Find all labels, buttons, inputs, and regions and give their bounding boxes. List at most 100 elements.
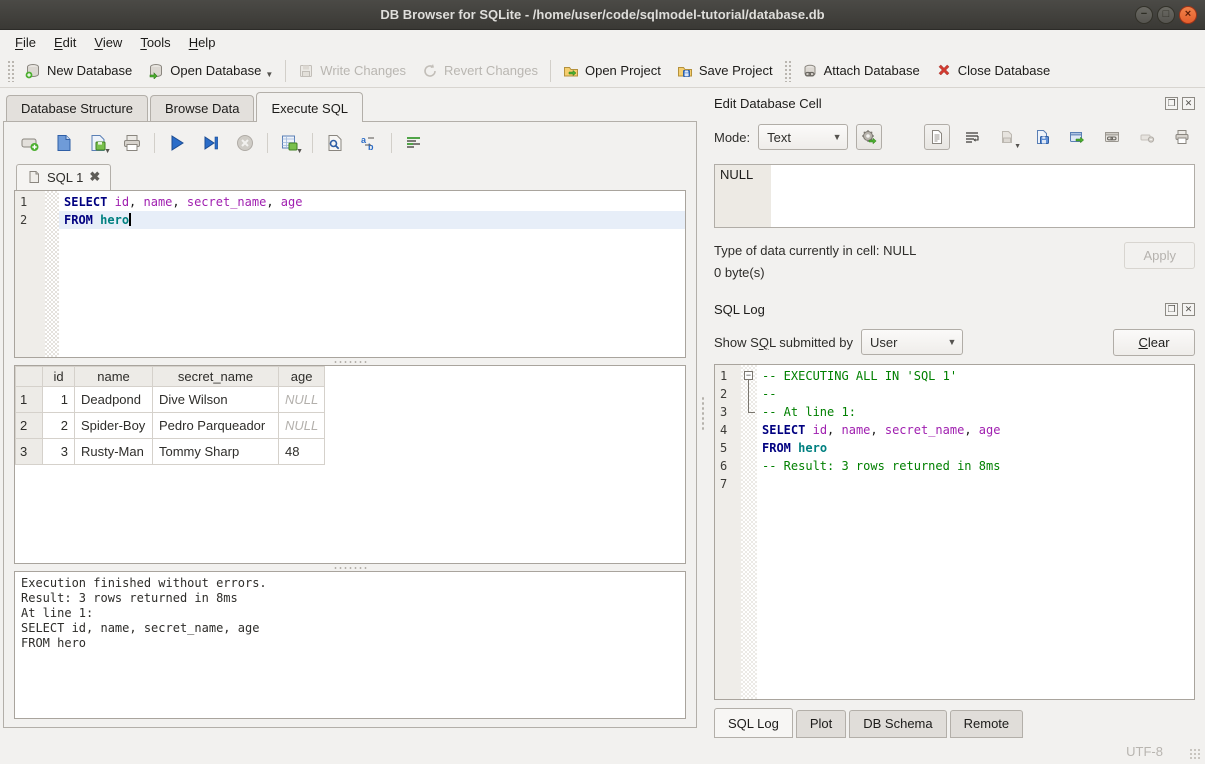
- column-header-name[interactable]: name: [75, 367, 153, 387]
- menu-edit[interactable]: Edit: [45, 32, 85, 53]
- close-dock-button[interactable]: ✕: [1182, 97, 1195, 110]
- cell-secret_name[interactable]: Dive Wilson: [153, 387, 279, 413]
- column-header-age[interactable]: age: [279, 367, 325, 387]
- new-sql-tab-button[interactable]: [18, 131, 42, 155]
- cell-name[interactable]: Rusty-Man: [75, 439, 153, 465]
- menu-tools[interactable]: Tools: [131, 32, 179, 53]
- cell-editor-icons: ▼: [924, 124, 1195, 150]
- import-data-button[interactable]: ▼: [994, 124, 1020, 150]
- close-dock-button[interactable]: ✕: [1182, 303, 1195, 316]
- execute-all-icon: [167, 133, 187, 153]
- execute-all-button[interactable]: [165, 131, 189, 155]
- tab-sql-1[interactable]: SQL 1 ✖: [16, 164, 111, 190]
- text-mode-button[interactable]: [924, 124, 950, 150]
- find-button[interactable]: [323, 131, 347, 155]
- print-sql-button[interactable]: [120, 131, 144, 155]
- new-database-button[interactable]: New Database: [17, 59, 140, 83]
- encoding-label: UTF-8: [1126, 744, 1163, 759]
- write-changes-button[interactable]: Write Changes: [290, 59, 414, 83]
- print-cell-button[interactable]: [1169, 124, 1195, 150]
- dock-tab-remote[interactable]: Remote: [950, 710, 1024, 738]
- save-as-button[interactable]: [1029, 124, 1055, 150]
- cell-age[interactable]: NULL: [279, 413, 325, 439]
- open-project-button[interactable]: Open Project: [555, 59, 669, 83]
- dock-tab-db-schema[interactable]: DB Schema: [849, 710, 946, 738]
- sql-editor[interactable]: 12 SELECT id, name, secret_name, ageFROM…: [14, 190, 686, 358]
- dock-tab-plot[interactable]: Plot: [796, 710, 846, 738]
- tab-database-structure[interactable]: Database Structure: [6, 95, 148, 122]
- menu-view[interactable]: View: [85, 32, 131, 53]
- results-message-splitter[interactable]: [14, 564, 686, 571]
- editor-code-area[interactable]: SELECT id, name, secret_name, ageFROM he…: [59, 191, 685, 357]
- apply-button[interactable]: Apply: [1124, 242, 1195, 269]
- set-null-button[interactable]: [1134, 124, 1160, 150]
- fold-collapse-icon[interactable]: −: [744, 371, 753, 380]
- minimize-button[interactable]: −: [1135, 6, 1153, 24]
- copy-link-button[interactable]: [1099, 124, 1125, 150]
- execute-line-button[interactable]: [199, 131, 223, 155]
- close-sql-tab-icon[interactable]: ✖: [89, 169, 100, 185]
- cell-name[interactable]: Spider-Boy: [75, 413, 153, 439]
- log-code-area: -- EXECUTING ALL IN 'SQL 1'---- At line …: [757, 365, 1194, 699]
- row-header[interactable]: 2: [16, 413, 43, 439]
- toolbar-drag-handle[interactable]: [7, 60, 14, 82]
- open-database-dropdown-icon[interactable]: ▼: [265, 70, 273, 79]
- cell-id[interactable]: 3: [43, 439, 75, 465]
- cell-age[interactable]: 48: [279, 439, 325, 465]
- dock-tab-sql-log[interactable]: SQL Log: [714, 708, 793, 738]
- cell-id[interactable]: 2: [43, 413, 75, 439]
- cell-secret_name[interactable]: Tommy Sharp: [153, 439, 279, 465]
- clear-button[interactable]: Clear: [1113, 329, 1195, 356]
- menu-help[interactable]: Help: [180, 32, 225, 53]
- find-replace-button[interactable]: ab: [357, 131, 381, 155]
- dock-tab-bar: SQL LogPlotDB SchemaRemote: [714, 708, 1195, 738]
- maximize-button[interactable]: □: [1157, 6, 1175, 24]
- show-sql-label: Show SQL submitted by: [714, 335, 853, 350]
- log-fold-margin[interactable]: −: [741, 365, 757, 699]
- close-database-button[interactable]: Close Database: [928, 59, 1059, 83]
- cell-name[interactable]: Deadpond: [75, 387, 153, 413]
- cell-id[interactable]: 1: [43, 387, 75, 413]
- column-header-id[interactable]: id: [43, 367, 75, 387]
- cell-secret_name[interactable]: Pedro Parqueador: [153, 413, 279, 439]
- open-database-button[interactable]: Open Database ▼: [140, 59, 281, 83]
- editor-results-splitter[interactable]: [14, 358, 686, 365]
- tab-execute-sql[interactable]: Execute SQL: [256, 92, 363, 122]
- float-dock-button[interactable]: ❐: [1165, 303, 1178, 316]
- export-results-button[interactable]: ▼: [278, 131, 302, 155]
- menu-file[interactable]: File: [6, 32, 45, 53]
- mode-select[interactable]: Text ▼: [758, 124, 848, 150]
- auto-format-button[interactable]: [402, 131, 426, 155]
- save-sql-dropdown-icon[interactable]: ▼: [104, 148, 111, 155]
- revert-changes-icon: [422, 63, 438, 79]
- log-line-2: --: [757, 385, 1194, 403]
- toolbar-separator: [550, 60, 551, 82]
- cell-age[interactable]: NULL: [279, 387, 325, 413]
- cell-editor-content[interactable]: [771, 165, 1194, 227]
- submitted-by-select[interactable]: User ▼: [861, 329, 963, 355]
- stop-button[interactable]: [233, 131, 257, 155]
- export-results-dropdown-icon[interactable]: ▼: [296, 148, 303, 155]
- revert-changes-button[interactable]: Revert Changes: [414, 59, 546, 83]
- open-external-button[interactable]: [1064, 124, 1090, 150]
- open-sql-file-button[interactable]: [52, 131, 76, 155]
- text-cursor: [129, 213, 131, 226]
- column-header-secret_name[interactable]: secret_name: [153, 367, 279, 387]
- row-header[interactable]: 3: [16, 439, 43, 465]
- resize-grip-icon[interactable]: [1189, 748, 1201, 760]
- word-wrap-button[interactable]: [959, 124, 985, 150]
- close-button[interactable]: ×: [1179, 6, 1197, 24]
- save-project-button[interactable]: Save Project: [669, 59, 781, 83]
- find-replace-icon: ab: [359, 133, 379, 153]
- attach-database-button[interactable]: Attach Database: [794, 59, 928, 83]
- save-sql-file-button[interactable]: ▼: [86, 131, 110, 155]
- cell-value: NULL: [715, 165, 771, 227]
- toolbar-drag-handle[interactable]: [784, 60, 791, 82]
- dock-splitter[interactable]: [697, 88, 709, 738]
- tab-browse-data[interactable]: Browse Data: [150, 95, 254, 122]
- cell-editor[interactable]: NULL: [714, 164, 1195, 228]
- float-dock-button[interactable]: ❐: [1165, 97, 1178, 110]
- mode-auto-button[interactable]: [856, 124, 882, 150]
- chevron-down-icon: ▼: [827, 132, 847, 142]
- row-header[interactable]: 1: [16, 387, 43, 413]
